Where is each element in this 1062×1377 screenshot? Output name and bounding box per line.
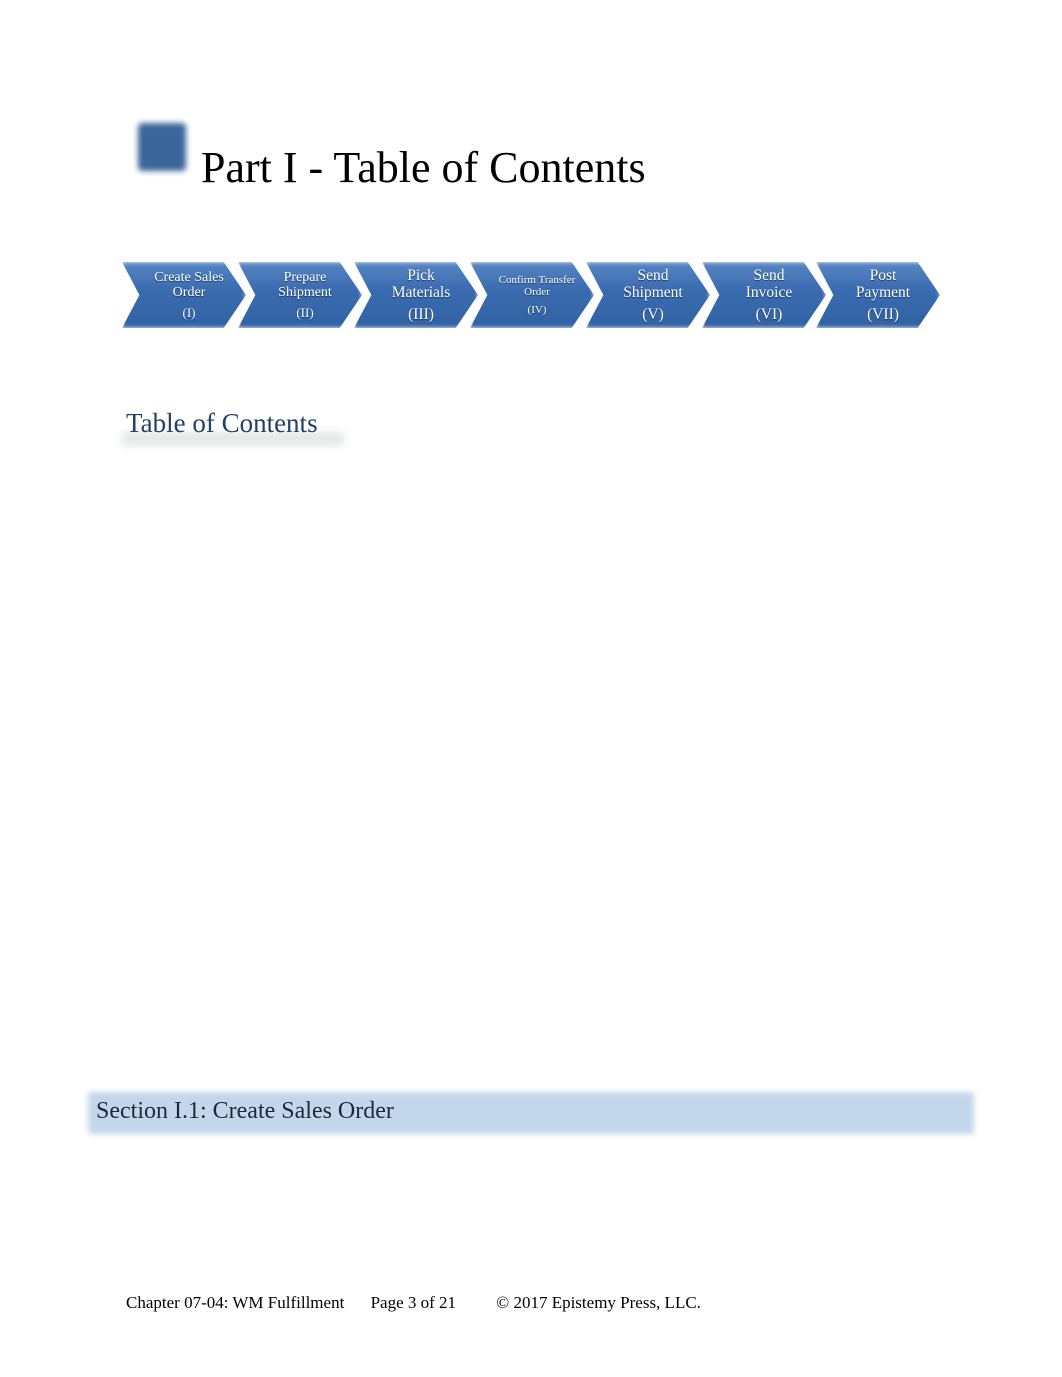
process-step-send-invoice[interactable]: Send Invoice (VI) — [702, 262, 826, 328]
step-label-line1: Pick — [407, 267, 435, 285]
step-numeral: (III) — [408, 305, 434, 323]
step-label-line1: Send — [637, 267, 669, 285]
footer-copyright: © 2017 Epistemy Press, LLC. — [496, 1293, 701, 1312]
step-numeral: (VI) — [755, 305, 783, 323]
page-title: Part I - Table of Contents — [201, 143, 646, 192]
step-label-line2: Order — [172, 285, 206, 301]
step-label-line1: Confirm Transfer — [498, 274, 576, 287]
step-numeral: (I) — [182, 304, 196, 320]
process-step-pick-materials[interactable]: Pick Materials (III) — [354, 262, 478, 328]
step-label-line2: Materials — [391, 284, 451, 302]
step-label-line1: Send — [753, 267, 785, 285]
footer-chapter: Chapter 07-04: WM Fulfillment — [126, 1293, 345, 1312]
process-step-post-payment[interactable]: Post Payment (VII) — [816, 262, 940, 328]
step-numeral: (II) — [296, 304, 314, 320]
step-label-line2: Shipment — [278, 285, 332, 301]
step-numeral: (V) — [642, 305, 664, 323]
process-step-send-shipment[interactable]: Send Shipment (V) — [586, 262, 710, 328]
step-label-line2: Invoice — [745, 284, 793, 302]
step-label-line1: Prepare — [283, 269, 327, 285]
step-numeral: (IV) — [527, 303, 547, 316]
toc-heading: Table of Contents — [126, 408, 318, 438]
step-label-line2: Shipment — [623, 284, 683, 302]
step-label-line1: Create Sales — [154, 269, 224, 285]
step-label-line2: Order — [524, 286, 550, 299]
section-title[interactable]: Section I.1: Create Sales Order — [96, 1098, 394, 1125]
step-label-line2: Payment — [855, 284, 911, 302]
step-label-line1: Post — [869, 267, 897, 285]
square-bullet-icon — [138, 123, 186, 171]
process-flow: Create Sales Order (I) Prepare Shipment … — [122, 262, 942, 332]
footer-page-number: Page 3 of 21 — [370, 1293, 457, 1312]
toc-heading-block: Table of Contents — [122, 408, 344, 446]
process-step-create-sales-order[interactable]: Create Sales Order (I) — [122, 262, 246, 328]
process-step-confirm-transfer-order[interactable]: Confirm Transfer Order (IV) — [470, 262, 594, 328]
section-header-bar: Section I.1: Create Sales Order — [88, 1092, 974, 1134]
page-footer: Chapter 07-04: WM Fulfillment Page 3 of … — [126, 1293, 701, 1313]
process-step-prepare-shipment[interactable]: Prepare Shipment (II) — [238, 262, 362, 328]
step-numeral: (VII) — [867, 305, 899, 323]
